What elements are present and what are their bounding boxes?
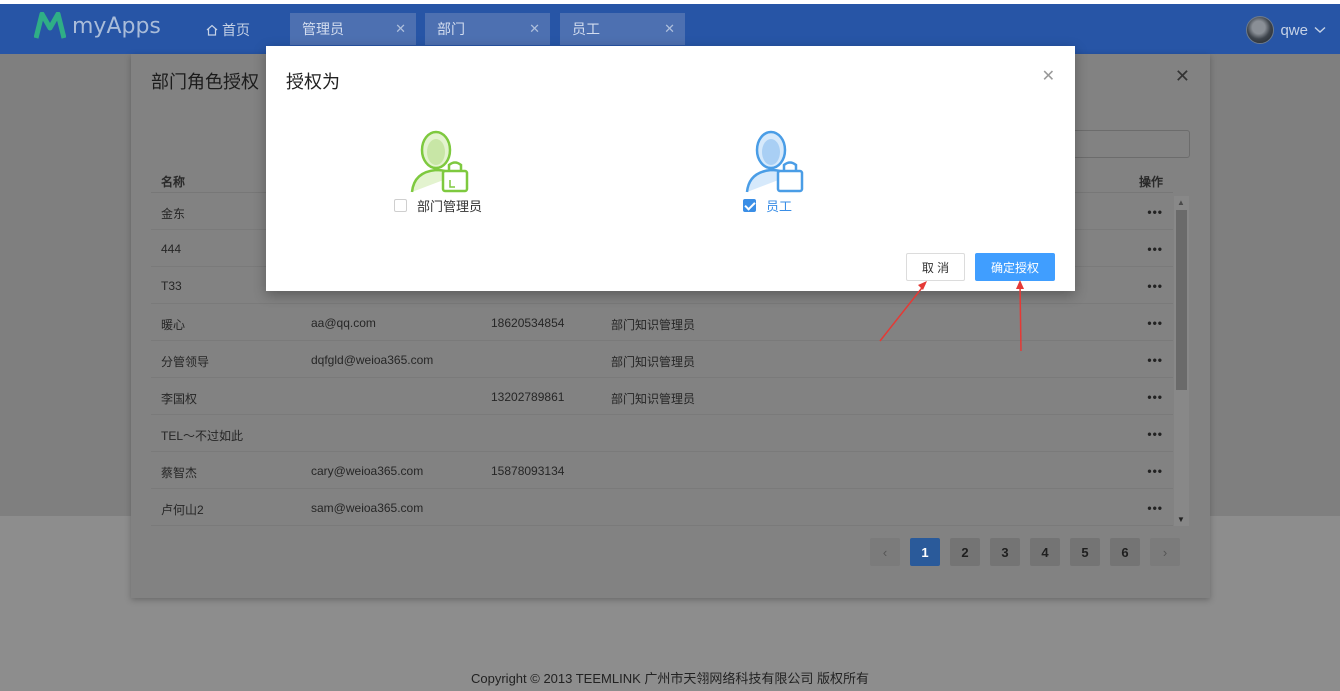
panel-title: 部门角色授权: [151, 72, 259, 92]
table-row[interactable]: 李国权 13202789861 部门知识管理员 •••: [151, 378, 1173, 415]
role-option-dept-admin[interactable]: 部门管理员: [394, 128, 482, 215]
cell-phone: 13202789861: [491, 390, 565, 404]
avatar: [1246, 16, 1275, 44]
close-icon[interactable]: ✕: [664, 13, 675, 45]
table-row[interactable]: 分管领导 dqfgld@weioa365.com 部门知识管理员 •••: [151, 341, 1173, 378]
page-button[interactable]: 6: [1110, 538, 1140, 566]
window-top-edge: [0, 0, 1340, 4]
page-button[interactable]: 1: [910, 538, 940, 566]
footer-copyright: Copyright © 2013 TEEMLINK 广州市天翎网络科技有限公司 …: [471, 671, 869, 686]
cell-role: 部门知识管理员: [611, 392, 696, 406]
cell-name: 暖心: [161, 318, 186, 332]
role-checkbox-employee[interactable]: [743, 199, 756, 212]
tab-department[interactable]: 部门 ✕: [425, 13, 550, 45]
row-more-icon[interactable]: •••: [1147, 353, 1163, 367]
page-button[interactable]: 5: [1070, 538, 1100, 566]
role-label[interactable]: 员工: [743, 196, 805, 215]
row-more-icon[interactable]: •••: [1147, 464, 1163, 478]
home-icon: [206, 24, 218, 36]
user-role-icon: [745, 130, 804, 193]
chevron-down-icon: [1314, 26, 1326, 33]
cell-email: dqfgld@weioa365.com: [311, 353, 434, 367]
user-menu[interactable]: qwe: [1246, 16, 1326, 44]
cell-name: 金东: [161, 207, 186, 221]
app-name: myApps: [72, 13, 161, 39]
tab-admin-label: 管理员: [302, 21, 344, 37]
cell-email: sam@weioa365.com: [311, 501, 424, 515]
search-input[interactable]: [1060, 130, 1190, 158]
dialog-title: 授权为: [286, 72, 340, 92]
cell-name: 李国权: [161, 392, 198, 406]
scroll-up-icon[interactable]: ▲: [1177, 198, 1185, 207]
table-scrollbar[interactable]: ▲ ▼: [1174, 196, 1189, 526]
row-more-icon[interactable]: •••: [1147, 316, 1163, 330]
close-icon[interactable]: ✕: [395, 13, 406, 45]
prev-page-button[interactable]: ‹: [870, 538, 900, 566]
row-more-icon[interactable]: •••: [1147, 390, 1163, 404]
role-checkbox-dept-admin[interactable]: [394, 199, 407, 212]
row-more-icon[interactable]: •••: [1147, 205, 1163, 219]
role-label-text: 员工: [766, 199, 793, 214]
logo-icon: [34, 12, 66, 39]
pagination: ‹ 1 2 3 4 5 6 ›: [870, 538, 1180, 566]
cancel-button[interactable]: 取 消: [906, 253, 965, 281]
table-row[interactable]: 蔡智杰 cary@weioa365.com 15878093134 •••: [151, 452, 1173, 489]
role-option-employee[interactable]: 员工: [741, 128, 805, 215]
column-header-actions: 操作: [1139, 175, 1164, 189]
page-button[interactable]: 4: [1030, 538, 1060, 566]
tab-admin[interactable]: 管理员 ✕: [290, 13, 416, 45]
scroll-down-icon[interactable]: ▼: [1177, 515, 1185, 524]
role-label[interactable]: 部门管理员: [394, 196, 482, 215]
tab-employee-label: 员工: [572, 21, 600, 37]
tab-department-label: 部门: [437, 21, 465, 37]
scrollbar-thumb[interactable]: [1176, 210, 1187, 390]
cell-name: 444: [161, 242, 182, 256]
nav-home[interactable]: 首页: [206, 20, 250, 40]
user-name: qwe: [1280, 21, 1308, 39]
cell-phone: 18620534854: [491, 316, 565, 330]
table-row[interactable]: TEL～不过如此 •••: [151, 415, 1173, 452]
cell-role: 部门知识管理员: [611, 318, 696, 332]
cell-email: aa@qq.com: [311, 316, 376, 330]
cell-name: T33: [161, 279, 182, 293]
column-header-name: 名称: [161, 175, 186, 189]
next-page-button[interactable]: ›: [1150, 538, 1180, 566]
close-icon[interactable]: ✕: [1042, 66, 1055, 86]
cell-name: 卢何山2: [161, 503, 204, 517]
row-more-icon[interactable]: •••: [1147, 242, 1163, 256]
cell-name: 蔡智杰: [161, 466, 198, 480]
role-label-text: 部门管理员: [417, 199, 483, 214]
authorize-dialog: 授权为 ✕ 部门管理员 员工 取 消 确定授权: [266, 46, 1075, 291]
table-row[interactable]: 暖心 aa@qq.com 18620534854 部门知识管理员 •••: [151, 304, 1173, 341]
cell-phone: 15878093134: [491, 464, 565, 478]
cell-name: 分管领导: [161, 355, 210, 369]
user-role-icon: [410, 130, 469, 193]
page-button[interactable]: 3: [990, 538, 1020, 566]
close-icon[interactable]: ✕: [1175, 66, 1190, 87]
confirm-authorize-button[interactable]: 确定授权: [975, 253, 1055, 281]
row-more-icon[interactable]: •••: [1147, 427, 1163, 441]
page-button[interactable]: 2: [950, 538, 980, 566]
cell-email: cary@weioa365.com: [311, 464, 424, 478]
nav-home-label: 首页: [222, 22, 250, 38]
cell-name: TEL～不过如此: [161, 429, 244, 443]
tab-employee[interactable]: 员工 ✕: [560, 13, 685, 45]
row-more-icon[interactable]: •••: [1147, 279, 1163, 293]
table-row[interactable]: 卢何山2 sam@weioa365.com •••: [151, 489, 1173, 526]
app-logo[interactable]: myApps: [34, 12, 161, 40]
row-more-icon[interactable]: •••: [1147, 501, 1163, 515]
cell-role: 部门知识管理员: [611, 355, 696, 369]
close-icon[interactable]: ✕: [529, 13, 540, 45]
